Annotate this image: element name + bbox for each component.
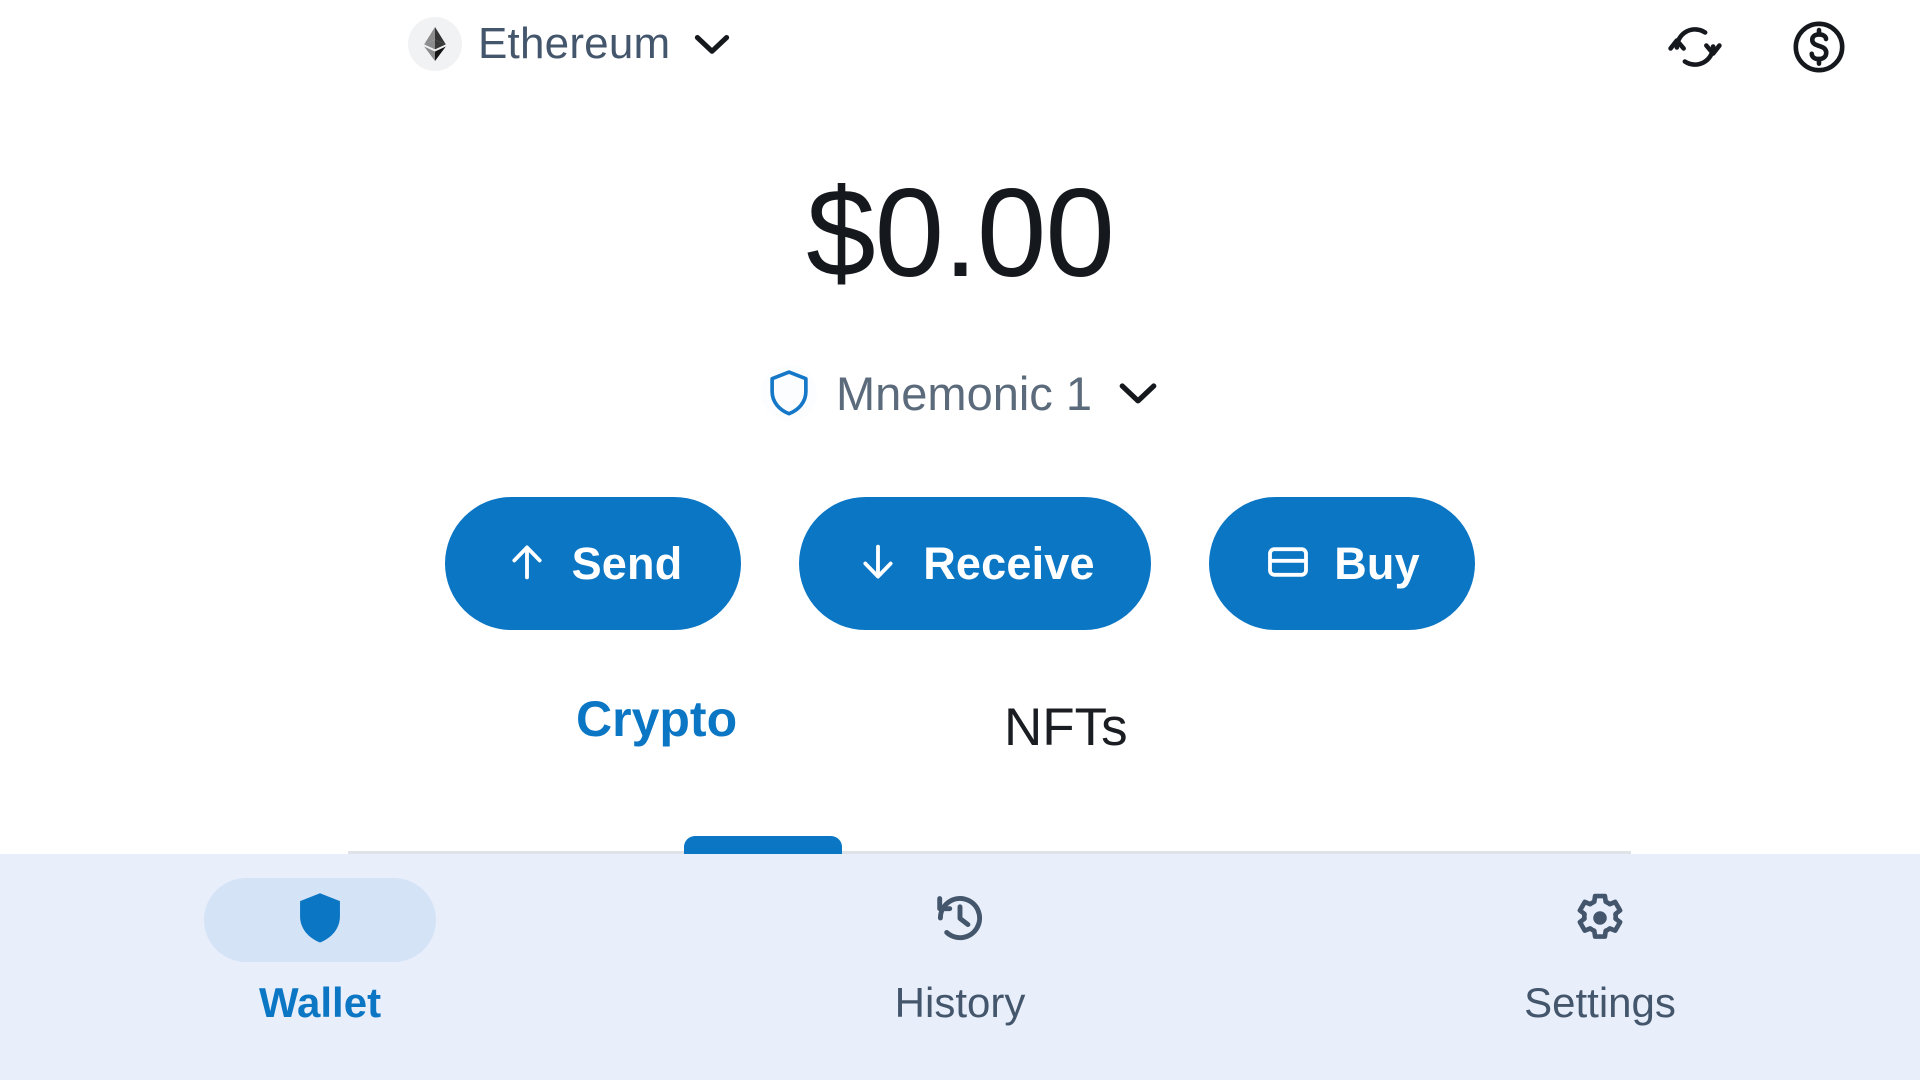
currency-button[interactable] xyxy=(1790,18,1848,76)
bottom-navigation: Wallet History Settings xyxy=(0,854,1920,1080)
refresh-icon xyxy=(1668,27,1722,67)
nav-pill-settings xyxy=(1484,878,1716,962)
nav-item-history[interactable]: History xyxy=(640,854,1280,1080)
primary-actions: Send Receive Buy xyxy=(0,497,1920,630)
nav-item-settings[interactable]: Settings xyxy=(1280,854,1920,1080)
wallet-app: Ethereum $0.00 Mnemonic 1 Send Receive B… xyxy=(0,0,1920,1080)
network-selector[interactable]: Ethereum xyxy=(408,17,732,71)
arrow-down-icon xyxy=(855,539,901,588)
chevron-down-icon xyxy=(1117,379,1159,407)
receive-button[interactable]: Receive xyxy=(799,497,1151,630)
nav-item-wallet-label: Wallet xyxy=(258,979,382,1026)
ethereum-logo-icon xyxy=(408,17,462,71)
nav-item-history-label: History xyxy=(894,979,1026,1026)
balance-amount: $0.00 xyxy=(806,164,1115,303)
tab-nfts-label: NFTs xyxy=(1004,698,1128,757)
send-button-label: Send xyxy=(571,538,683,589)
nav-item-wallet[interactable]: Wallet xyxy=(0,854,640,1080)
chevron-down-icon xyxy=(692,31,732,57)
nav-pill-history xyxy=(844,878,1076,962)
send-button[interactable]: Send xyxy=(445,497,741,630)
buy-button[interactable]: Buy xyxy=(1209,497,1475,630)
nav-pill-wallet xyxy=(204,878,436,962)
header-actions xyxy=(1666,18,1848,76)
history-clock-icon xyxy=(932,890,988,951)
account-selector[interactable]: Mnemonic 1 xyxy=(0,365,1920,421)
tab-crypto-label: Crypto xyxy=(576,691,738,747)
shield-filled-icon xyxy=(294,889,346,952)
nav-item-settings-label: Settings xyxy=(1524,979,1676,1026)
refresh-button[interactable] xyxy=(1666,18,1724,76)
account-name: Mnemonic 1 xyxy=(836,366,1092,420)
tab-nfts[interactable]: NFTs xyxy=(1004,694,1128,754)
app-header: Ethereum xyxy=(0,0,1920,105)
content-tabs: Crypto NFTs xyxy=(348,694,1631,862)
shield-outline-icon xyxy=(761,365,817,421)
arrow-up-icon xyxy=(504,539,550,588)
tab-crypto[interactable]: Crypto xyxy=(576,694,737,744)
dollar-circle-icon xyxy=(1793,21,1845,73)
credit-card-icon xyxy=(1264,538,1312,589)
receive-button-label: Receive xyxy=(923,538,1095,589)
network-name: Ethereum xyxy=(478,19,671,68)
buy-button-label: Buy xyxy=(1334,538,1420,589)
gear-icon xyxy=(1572,890,1628,951)
